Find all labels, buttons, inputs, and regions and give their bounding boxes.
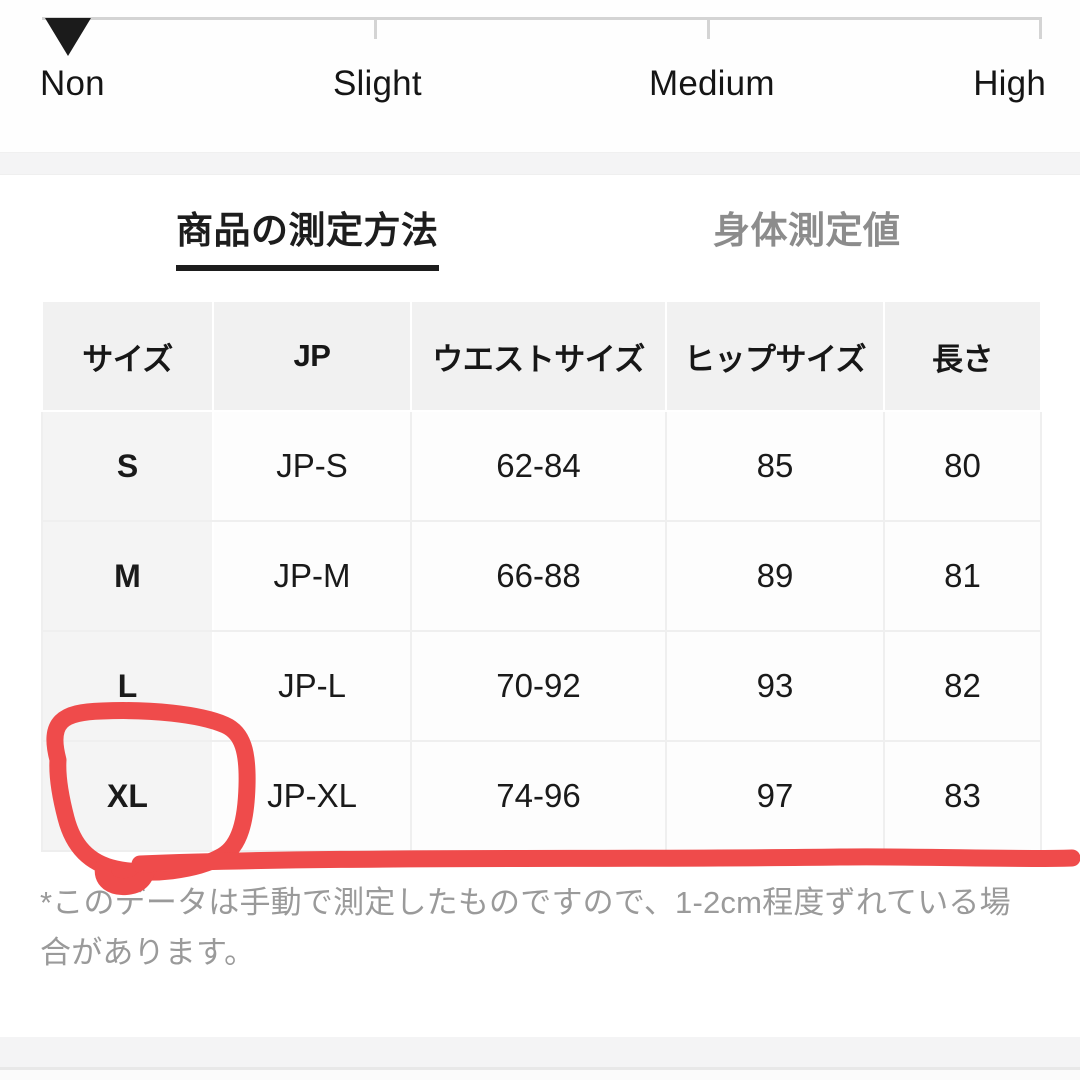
cell-waist: 70-92	[410, 630, 667, 742]
scale-tick-2	[707, 17, 710, 39]
scale-tick-3	[1039, 17, 1042, 39]
measurement-footnote: *このデータは手動で測定したものですので、1-2cm程度ずれている場合があります…	[40, 885, 1011, 971]
cell-length: 82	[883, 630, 1042, 742]
bottom-section-band	[0, 1037, 1080, 1067]
cell-hip: 89	[665, 520, 885, 632]
scale-label-high: High	[973, 64, 1046, 103]
scale-track	[42, 17, 1042, 20]
scale-marker-triangle-icon	[45, 18, 91, 56]
section-divider	[0, 152, 1080, 175]
cell-length: 80	[883, 410, 1042, 522]
cell-length: 83	[883, 740, 1042, 852]
scale-tick-1	[374, 17, 377, 39]
cell-size: S	[41, 410, 214, 522]
cell-jp: JP-S	[212, 410, 412, 522]
scale-label-non: Non	[40, 64, 105, 103]
table-row: S JP-S 62-84 85 80	[41, 410, 1042, 522]
header-waist: ウエストサイズ	[410, 300, 667, 412]
bottom-section-edge	[0, 1067, 1080, 1080]
cell-jp: JP-M	[212, 520, 412, 632]
cell-waist: 62-84	[410, 410, 667, 522]
cell-hip: 93	[665, 630, 885, 742]
size-table: サイズ JP ウエストサイズ ヒップサイズ 長さ S JP-S 62-84 85…	[41, 300, 1042, 852]
cell-hip: 85	[665, 410, 885, 522]
scale-labels: Non Slight Medium High	[0, 64, 1080, 112]
header-hip: ヒップサイズ	[665, 300, 885, 412]
tab-product-measurement[interactable]: 商品の測定方法	[176, 200, 439, 271]
tab-body-measurement[interactable]: 身体測定値	[713, 200, 901, 254]
sheerness-scale: Non Slight Medium High	[0, 0, 1080, 152]
table-row: L JP-L 70-92 93 82	[41, 630, 1042, 742]
cell-size: XL	[41, 740, 214, 852]
table-row: XL JP-XL 74-96 97 83	[41, 740, 1042, 852]
header-jp: JP	[212, 300, 412, 412]
cell-hip: 97	[665, 740, 885, 852]
scale-label-medium: Medium	[649, 64, 775, 103]
cell-size: M	[41, 520, 214, 632]
cell-jp: JP-L	[212, 630, 412, 742]
scale-label-slight: Slight	[333, 64, 422, 103]
cell-length: 81	[883, 520, 1042, 632]
table-header-row: サイズ JP ウエストサイズ ヒップサイズ 長さ	[41, 300, 1042, 412]
header-length: 長さ	[883, 300, 1042, 412]
header-size: サイズ	[41, 300, 214, 412]
measurement-tabs: 商品の測定方法 身体測定値	[0, 200, 1080, 272]
table-row: M JP-M 66-88 89 81	[41, 520, 1042, 632]
size-table-wrapper: サイズ JP ウエストサイズ ヒップサイズ 長さ S JP-S 62-84 85…	[41, 300, 1042, 852]
cell-jp: JP-XL	[212, 740, 412, 852]
cell-waist: 66-88	[410, 520, 667, 632]
cell-waist: 74-96	[410, 740, 667, 852]
size-chart-page: Non Slight Medium High 商品の測定方法 身体測定値 サイズ…	[0, 0, 1080, 1080]
cell-size: L	[41, 630, 214, 742]
